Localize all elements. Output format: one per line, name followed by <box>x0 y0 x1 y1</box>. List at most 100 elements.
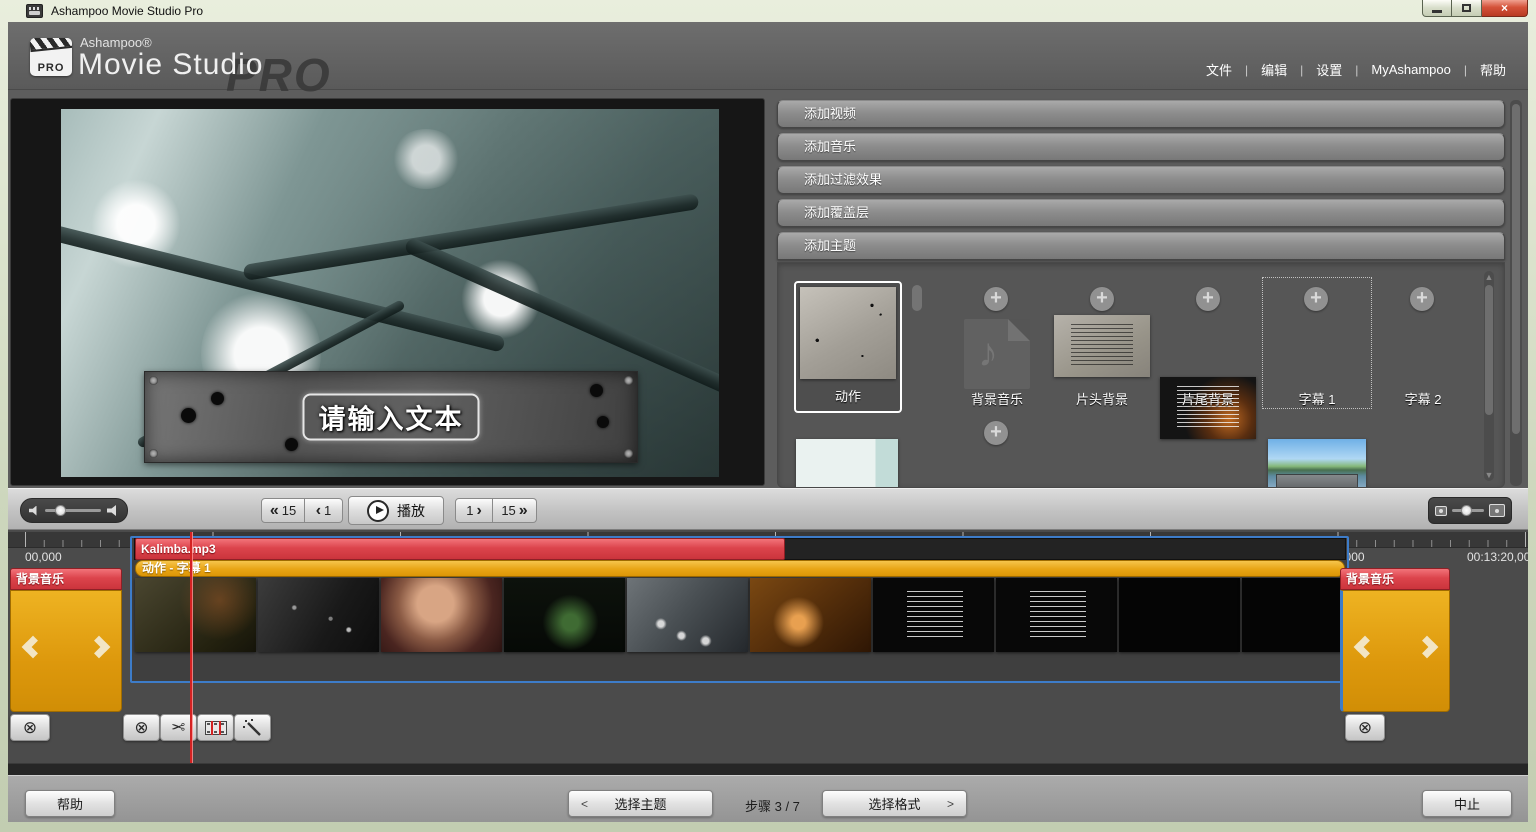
step-forward-button[interactable]: 1 › <box>455 498 493 523</box>
timeline: 00,000 00:01:40,000 00:03:20,000 00:05:0… <box>8 530 1528 770</box>
bullet-hole <box>597 416 609 428</box>
next-chevron-icon[interactable] <box>1416 636 1439 659</box>
app-icon <box>26 4 43 18</box>
skip-forward-value: 15 <box>501 503 515 518</box>
step-forward-value: 1 <box>466 503 473 518</box>
timestamp-label: 00:13:20,000 <box>1467 550 1528 564</box>
menu-item-myashampoo[interactable]: MyAshampoo <box>1371 62 1450 77</box>
credits-text-decoration <box>1030 591 1086 637</box>
filmstrip-thumbnail[interactable] <box>750 578 871 652</box>
minimize-button[interactable] <box>1422 0 1452 17</box>
music-clip-kalimba[interactable]: Kalimba.mp3 <box>135 538 785 560</box>
abort-button[interactable]: 中止 <box>1422 790 1512 817</box>
filmstrip-thumbnail[interactable] <box>996 578 1117 652</box>
next-chevron-icon[interactable] <box>88 636 111 659</box>
maximize-icon <box>1462 4 1471 12</box>
zoom-slider[interactable] <box>1452 509 1484 512</box>
add-plus-icon[interactable]: + <box>1304 287 1328 311</box>
music-note-icon: ♪ <box>978 331 998 376</box>
panel-scrollbar[interactable] <box>1510 100 1522 486</box>
theme-thumbnail <box>800 287 896 379</box>
playhead[interactable] <box>190 532 192 764</box>
window-controls: × <box>1422 0 1528 17</box>
add-plus-icon[interactable]: + <box>984 287 1008 311</box>
play-icon <box>367 500 389 522</box>
right-music-clip-body[interactable] <box>1340 590 1450 712</box>
mute-icon[interactable] <box>29 506 39 516</box>
speaker-icon[interactable] <box>107 505 119 516</box>
play-button[interactable]: 播放 <box>348 496 444 525</box>
trim-button[interactable] <box>197 714 234 741</box>
left-music-clip-header[interactable]: 背景音乐 <box>10 568 122 590</box>
brand-logo-icon: PRO <box>30 38 72 76</box>
menu-item-edit[interactable]: 编辑 <box>1261 60 1287 79</box>
help-button[interactable]: 帮助 <box>25 790 115 817</box>
menu-separator: | <box>1300 63 1303 77</box>
delete-left-clip-button[interactable]: ⊗ <box>10 714 50 741</box>
delete-clip-button[interactable]: ⊗ <box>123 714 160 741</box>
prev-chevron-icon[interactable] <box>22 636 45 659</box>
main-menu: 文件 | 编辑 | 设置 | MyAshampoo | 帮助 <box>1206 60 1506 79</box>
volume-slider[interactable] <box>45 509 101 512</box>
filmstrip-thumbnail[interactable] <box>627 578 748 652</box>
add-music-button[interactable]: 添加音乐 <box>777 133 1505 161</box>
panel-scrollbar-thumb[interactable] <box>1512 104 1520 434</box>
left-music-clip-body[interactable] <box>10 590 122 712</box>
thumbnail-text-decoration <box>1071 324 1132 367</box>
theme-thumbnail <box>1054 315 1150 377</box>
next-step-button[interactable]: 选择格式 > <box>822 790 967 817</box>
add-theme-header[interactable]: 添加主题 <box>777 232 1505 260</box>
theme-browser: 动作 + ♪ 背景音乐 + 片头背景 + 片尾背景 <box>777 262 1505 488</box>
add-filter-button[interactable]: 添加过滤效果 <box>777 166 1505 194</box>
menu-item-help[interactable]: 帮助 <box>1480 60 1506 79</box>
add-plus-icon[interactable]: + <box>1196 287 1220 311</box>
filmstrip-thumbnail[interactable] <box>873 578 994 652</box>
screw-icon <box>149 376 158 385</box>
prev-step-button[interactable]: < 选择主题 <box>568 790 713 817</box>
filmstrip-thumbnail[interactable] <box>1242 578 1346 652</box>
skip-back-button[interactable]: « 15 <box>261 498 305 523</box>
add-overlay-button[interactable]: 添加覆盖层 <box>777 199 1505 227</box>
zoom-knob[interactable] <box>1461 505 1472 516</box>
menu-separator: | <box>1464 63 1467 77</box>
scroll-up-icon[interactable]: ▲ <box>1484 272 1494 282</box>
step-back-button[interactable]: ‹ 1 <box>305 498 343 523</box>
theme-thumbnail[interactable] <box>796 439 898 488</box>
window-title: Ashampoo Movie Studio Pro <box>51 4 203 18</box>
selected-clip-group[interactable]: Kalimba.mp3 动作 - 字幕 1 <box>130 536 1349 683</box>
wand-button[interactable] <box>234 714 271 741</box>
theme-scrollbar[interactable]: ▲ ▼ <box>1484 271 1494 481</box>
text-overlay-plate[interactable]: 请输入文本 <box>144 371 638 463</box>
music-file-icon: ♪ <box>964 319 1030 389</box>
menu-item-file[interactable]: 文件 <box>1206 60 1232 79</box>
theme-item-action[interactable]: 动作 <box>794 281 902 413</box>
theme-title-bar[interactable]: 动作 - 字幕 1 <box>135 560 1345 577</box>
filmstrip-thumbnail[interactable] <box>504 578 625 652</box>
prev-chevron-icon[interactable] <box>1354 636 1377 659</box>
theme-label: 片尾背景 <box>1153 389 1263 408</box>
volume-knob[interactable] <box>55 505 66 516</box>
zoom-in-icon[interactable] <box>1489 504 1505 517</box>
scissors-icon: ✂ <box>171 718 185 738</box>
scroll-down-icon[interactable]: ▼ <box>1484 470 1494 480</box>
delete-right-clip-button[interactable]: ⊗ <box>1345 714 1385 741</box>
close-button[interactable]: × <box>1482 0 1528 17</box>
menu-item-settings[interactable]: 设置 <box>1316 60 1342 79</box>
skip-forward-button[interactable]: 15 » <box>493 498 537 523</box>
menu-separator: | <box>1245 63 1248 77</box>
theme-scrollbar-thumb[interactable] <box>1485 285 1493 415</box>
filmstrip-thumbnail[interactable] <box>381 578 502 652</box>
maximize-button[interactable] <box>1452 0 1482 17</box>
add-video-button[interactable]: 添加视频 <box>777 100 1505 128</box>
zoom-control[interactable] <box>1428 497 1512 524</box>
add-plus-icon[interactable]: + <box>984 421 1008 445</box>
volume-control[interactable] <box>20 498 128 523</box>
filmstrip-thumbnail[interactable] <box>1119 578 1240 652</box>
right-music-clip-header[interactable]: 背景音乐 <box>1340 568 1450 590</box>
filmstrip-thumbnail[interactable] <box>135 578 256 652</box>
zoom-out-icon[interactable] <box>1435 506 1447 516</box>
add-plus-icon[interactable]: + <box>1090 287 1114 311</box>
overlay-text[interactable]: 请输入文本 <box>303 394 480 441</box>
add-plus-icon[interactable]: + <box>1410 287 1434 311</box>
filmstrip-thumbnail[interactable] <box>258 578 379 652</box>
